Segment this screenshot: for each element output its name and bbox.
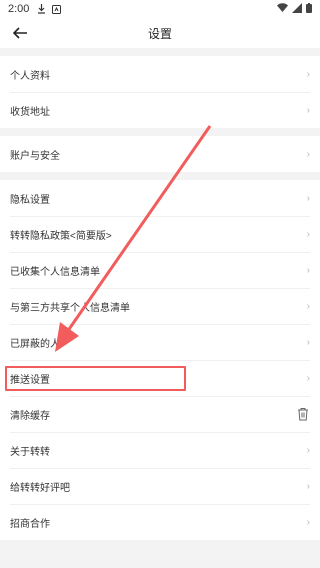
settings-group-account: 账户与安全 › (0, 136, 320, 172)
chevron-right-icon: › (306, 264, 310, 276)
header: 设置 (0, 18, 320, 48)
row-label: 招商合作 (10, 518, 50, 530)
row-rate-app[interactable]: 给转转好评吧 › (0, 468, 320, 504)
row-label: 关于转转 (10, 446, 50, 458)
row-account-security[interactable]: 账户与安全 › (0, 136, 320, 172)
row-label: 清除缓存 (10, 410, 50, 422)
download-icon (38, 4, 46, 14)
row-label: 收货地址 (10, 106, 50, 118)
row-label: 隐私设置 (10, 194, 50, 206)
chevron-right-icon: › (306, 444, 310, 456)
chevron-right-icon: › (306, 480, 310, 492)
wifi-icon (277, 3, 288, 12)
back-button[interactable] (10, 23, 30, 43)
chevron-right-icon: › (306, 300, 310, 312)
row-privacy-policy[interactable]: 转转隐私政策<简要版> › (0, 216, 320, 252)
notification-icon (52, 4, 62, 14)
arrow-left-icon (13, 27, 27, 39)
settings-group-profile: 个人资料 › 收货地址 › (0, 56, 320, 128)
status-left-icons (37, 4, 62, 14)
trash-icon[interactable] (296, 407, 310, 421)
row-label: 转转隐私政策<简要版> (10, 230, 112, 242)
row-profile[interactable]: 个人资料 › (0, 56, 320, 92)
row-push-settings[interactable]: 推送设置 › (0, 360, 320, 396)
row-label: 个人资料 (10, 70, 50, 82)
status-bar: 2:00 (0, 0, 320, 18)
row-privacy-settings[interactable]: 隐私设置 › (0, 180, 320, 216)
chevron-right-icon: › (306, 104, 310, 116)
row-clear-cache[interactable]: 清除缓存 (0, 396, 320, 432)
row-label: 给转转好评吧 (10, 482, 70, 494)
chevron-right-icon: › (306, 68, 310, 80)
chevron-right-icon: › (306, 148, 310, 160)
row-third-party-info[interactable]: 与第三方共享个人信息清单 › (0, 288, 320, 324)
chevron-right-icon: › (306, 516, 310, 528)
row-label: 已收集个人信息清单 (10, 266, 100, 278)
page-title: 设置 (147, 26, 172, 41)
row-address[interactable]: 收货地址 › (0, 92, 320, 128)
row-collected-info[interactable]: 已收集个人信息清单 › (0, 252, 320, 288)
row-label: 账户与安全 (10, 150, 60, 162)
status-time: 2:00 (8, 3, 30, 15)
status-right-icons (277, 3, 312, 13)
chevron-right-icon: › (306, 372, 310, 384)
signal-icon (292, 3, 302, 13)
row-blocked-users[interactable]: 已屏蔽的人 › (0, 324, 320, 360)
battery-icon (306, 3, 312, 13)
row-label: 与第三方共享个人信息清单 (10, 302, 130, 314)
chevron-right-icon: › (306, 192, 310, 204)
row-label: 推送设置 (10, 374, 50, 386)
settings-group-main: 隐私设置 › 转转隐私政策<简要版> › 已收集个人信息清单 › 与第三方共享个人信息… (0, 180, 320, 540)
chevron-right-icon: › (306, 336, 310, 348)
chevron-right-icon: › (306, 228, 310, 240)
row-label: 已屏蔽的人 (10, 338, 60, 350)
row-about[interactable]: 关于转转 › (0, 432, 320, 468)
row-business-cooperation[interactable]: 招商合作 › (0, 504, 320, 540)
